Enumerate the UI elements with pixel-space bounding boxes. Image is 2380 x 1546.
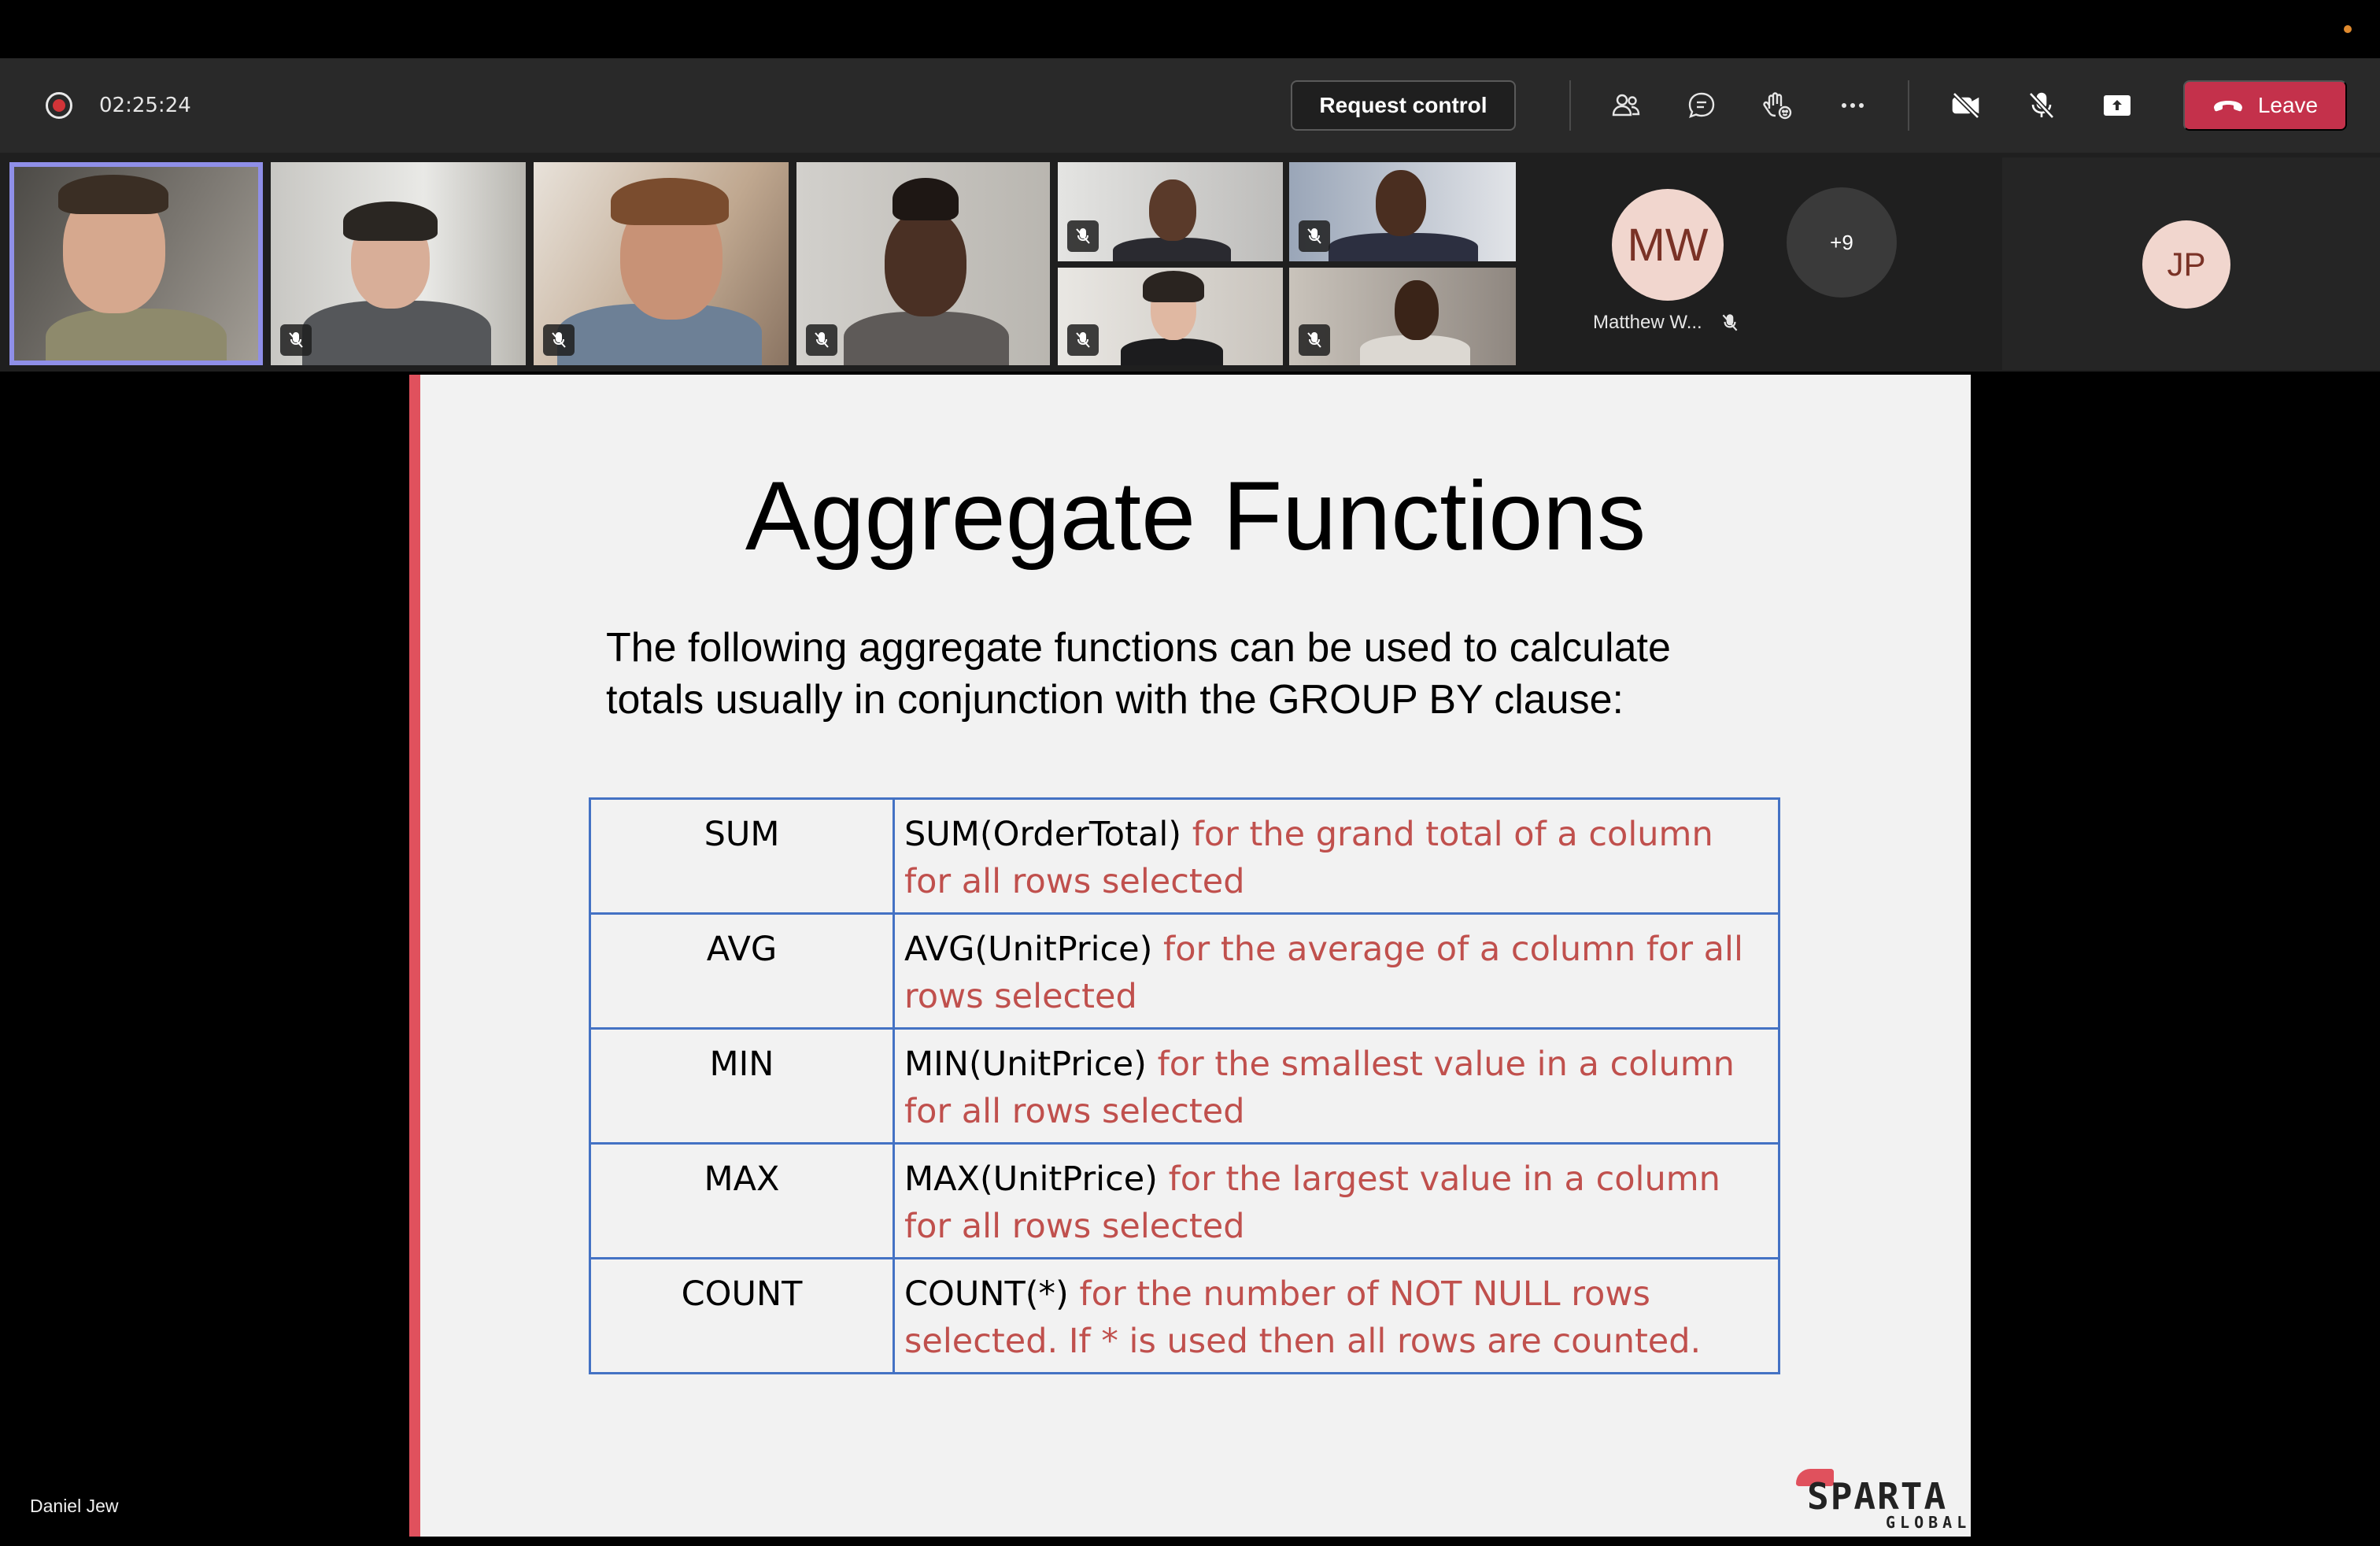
participant-video-tile[interactable] (796, 162, 1050, 365)
person-head (1395, 280, 1439, 340)
slide-intro: The following aggregate functions can be… (606, 622, 1787, 726)
mic-off-icon (1076, 332, 1090, 348)
mic-off-icon (1307, 332, 1321, 348)
person-hair (1143, 271, 1204, 302)
person-head (885, 209, 966, 316)
chat-button[interactable] (1678, 82, 1725, 129)
mic-off-icon (815, 332, 829, 348)
muted-indicator (1067, 324, 1099, 356)
window-top-bar (0, 0, 2380, 58)
participant-video-tile[interactable] (534, 162, 789, 365)
table-row: MAX MAX(UnitPrice) for the largest value… (589, 1142, 1780, 1259)
reactions-button[interactable] (1754, 82, 1801, 129)
hang-up-icon (2213, 101, 2242, 112)
function-example: AVG(UnitPrice) (904, 930, 1153, 969)
muted-indicator (1067, 220, 1099, 252)
person-body (302, 301, 491, 365)
function-description: MIN(UnitPrice) for the smallest value in… (893, 1027, 1780, 1145)
table-row: SUM SUM(OrderTotal) for the grand total … (589, 797, 1780, 915)
participant-video-tile[interactable] (1058, 268, 1283, 365)
function-example: COUNT(*) (904, 1274, 1069, 1314)
slide-title: Aggregate Functions (745, 462, 1646, 571)
person-body (1113, 238, 1231, 261)
mic-off-icon (2028, 91, 2055, 120)
function-description: MAX(UnitPrice) for the largest value in … (893, 1142, 1780, 1259)
mic-toggle-button[interactable] (2018, 82, 2065, 129)
mic-off-icon (552, 332, 566, 348)
function-name: COUNT (589, 1257, 895, 1374)
notification-dot (2344, 25, 2352, 33)
request-control-button[interactable]: Request control (1291, 80, 1516, 131)
more-participants-button[interactable]: +9 (1787, 187, 1897, 298)
camera-toggle-button[interactable] (1942, 82, 1990, 129)
participant-video-tile[interactable] (1289, 162, 1516, 261)
muted-indicator (280, 324, 312, 356)
function-name: MAX (589, 1142, 895, 1259)
leave-button[interactable]: Leave (2183, 80, 2347, 131)
meeting-timer: 02:25:24 (99, 94, 191, 117)
slide-intro-line: totals usually in conjunction with the G… (606, 677, 1624, 723)
muted-indicator (806, 324, 837, 356)
participant-avatar[interactable]: JP (2142, 220, 2230, 309)
function-description: SUM(OrderTotal) for the grand total of a… (893, 797, 1780, 915)
camera-off-icon (1952, 91, 1980, 120)
slide-intro-line: The following aggregate functions can be… (606, 625, 1671, 671)
mic-off-icon (1307, 228, 1321, 244)
mic-off-icon (289, 332, 303, 348)
person-body (844, 312, 1009, 365)
function-name: AVG (589, 912, 895, 1030)
participant-name: Matthew W... (1593, 312, 1702, 333)
share-screen-icon (2104, 95, 2131, 116)
presenter-name-label: Daniel Jew (30, 1496, 119, 1516)
people-button[interactable] (1602, 82, 1650, 129)
muted-indicator (543, 324, 575, 356)
person-head (1376, 170, 1426, 236)
toolbar-divider (1908, 80, 1909, 131)
function-example: SUM(OrderTotal) (904, 815, 1182, 854)
more-icon (1842, 103, 1864, 108)
sparta-logo-subtext: GLOBAL (1886, 1513, 1972, 1532)
mic-off-icon (1722, 314, 1738, 331)
function-example: MIN(UnitPrice) (904, 1045, 1147, 1084)
share-screen-button[interactable] (2094, 82, 2141, 129)
table-row: AVG AVG(UnitPrice) for the average of a … (589, 912, 1780, 1030)
participant-video-tile[interactable] (271, 162, 526, 365)
aggregate-functions-table: SUM SUM(OrderTotal) for the grand total … (589, 797, 1780, 1374)
function-description: AVG(UnitPrice) for the average of a colu… (893, 912, 1780, 1030)
slide-accent-bar (409, 375, 420, 1537)
sparta-logo-text: SPARTA (1807, 1475, 1948, 1518)
person-body (46, 309, 227, 361)
function-name: SUM (589, 797, 895, 915)
function-description: COUNT(*) for the number of NOT NULL rows… (893, 1257, 1780, 1374)
muted-indicator (1299, 220, 1330, 252)
person-head (1149, 179, 1196, 241)
muted-indicator (1299, 324, 1330, 356)
leave-label: Leave (2257, 93, 2319, 117)
chat-icon (1688, 92, 1715, 118)
person-hair (343, 202, 438, 241)
recording-icon (46, 92, 72, 119)
table-row: MIN MIN(UnitPrice) for the smallest valu… (589, 1027, 1780, 1145)
participant-video-tile[interactable] (1289, 268, 1516, 365)
people-icon (1612, 94, 1640, 117)
function-example: MAX(UnitPrice) (904, 1160, 1158, 1199)
function-name: MIN (589, 1027, 895, 1145)
toolbar-divider (1569, 80, 1571, 131)
table-row: COUNT COUNT(*) for the number of NOT NUL… (589, 1257, 1780, 1374)
reactions-icon (1763, 92, 1792, 120)
person-hair (893, 178, 959, 220)
participant-avatar[interactable]: MW (1612, 189, 1724, 301)
person-body (1121, 338, 1223, 365)
more-options-button[interactable] (1829, 82, 1876, 129)
person-body (1329, 233, 1478, 261)
mic-off-icon (1076, 228, 1090, 244)
person-hair (58, 175, 168, 214)
person-hair (611, 178, 729, 225)
participant-video-tile[interactable] (1058, 162, 1283, 261)
participant-video-tile[interactable] (9, 162, 263, 365)
